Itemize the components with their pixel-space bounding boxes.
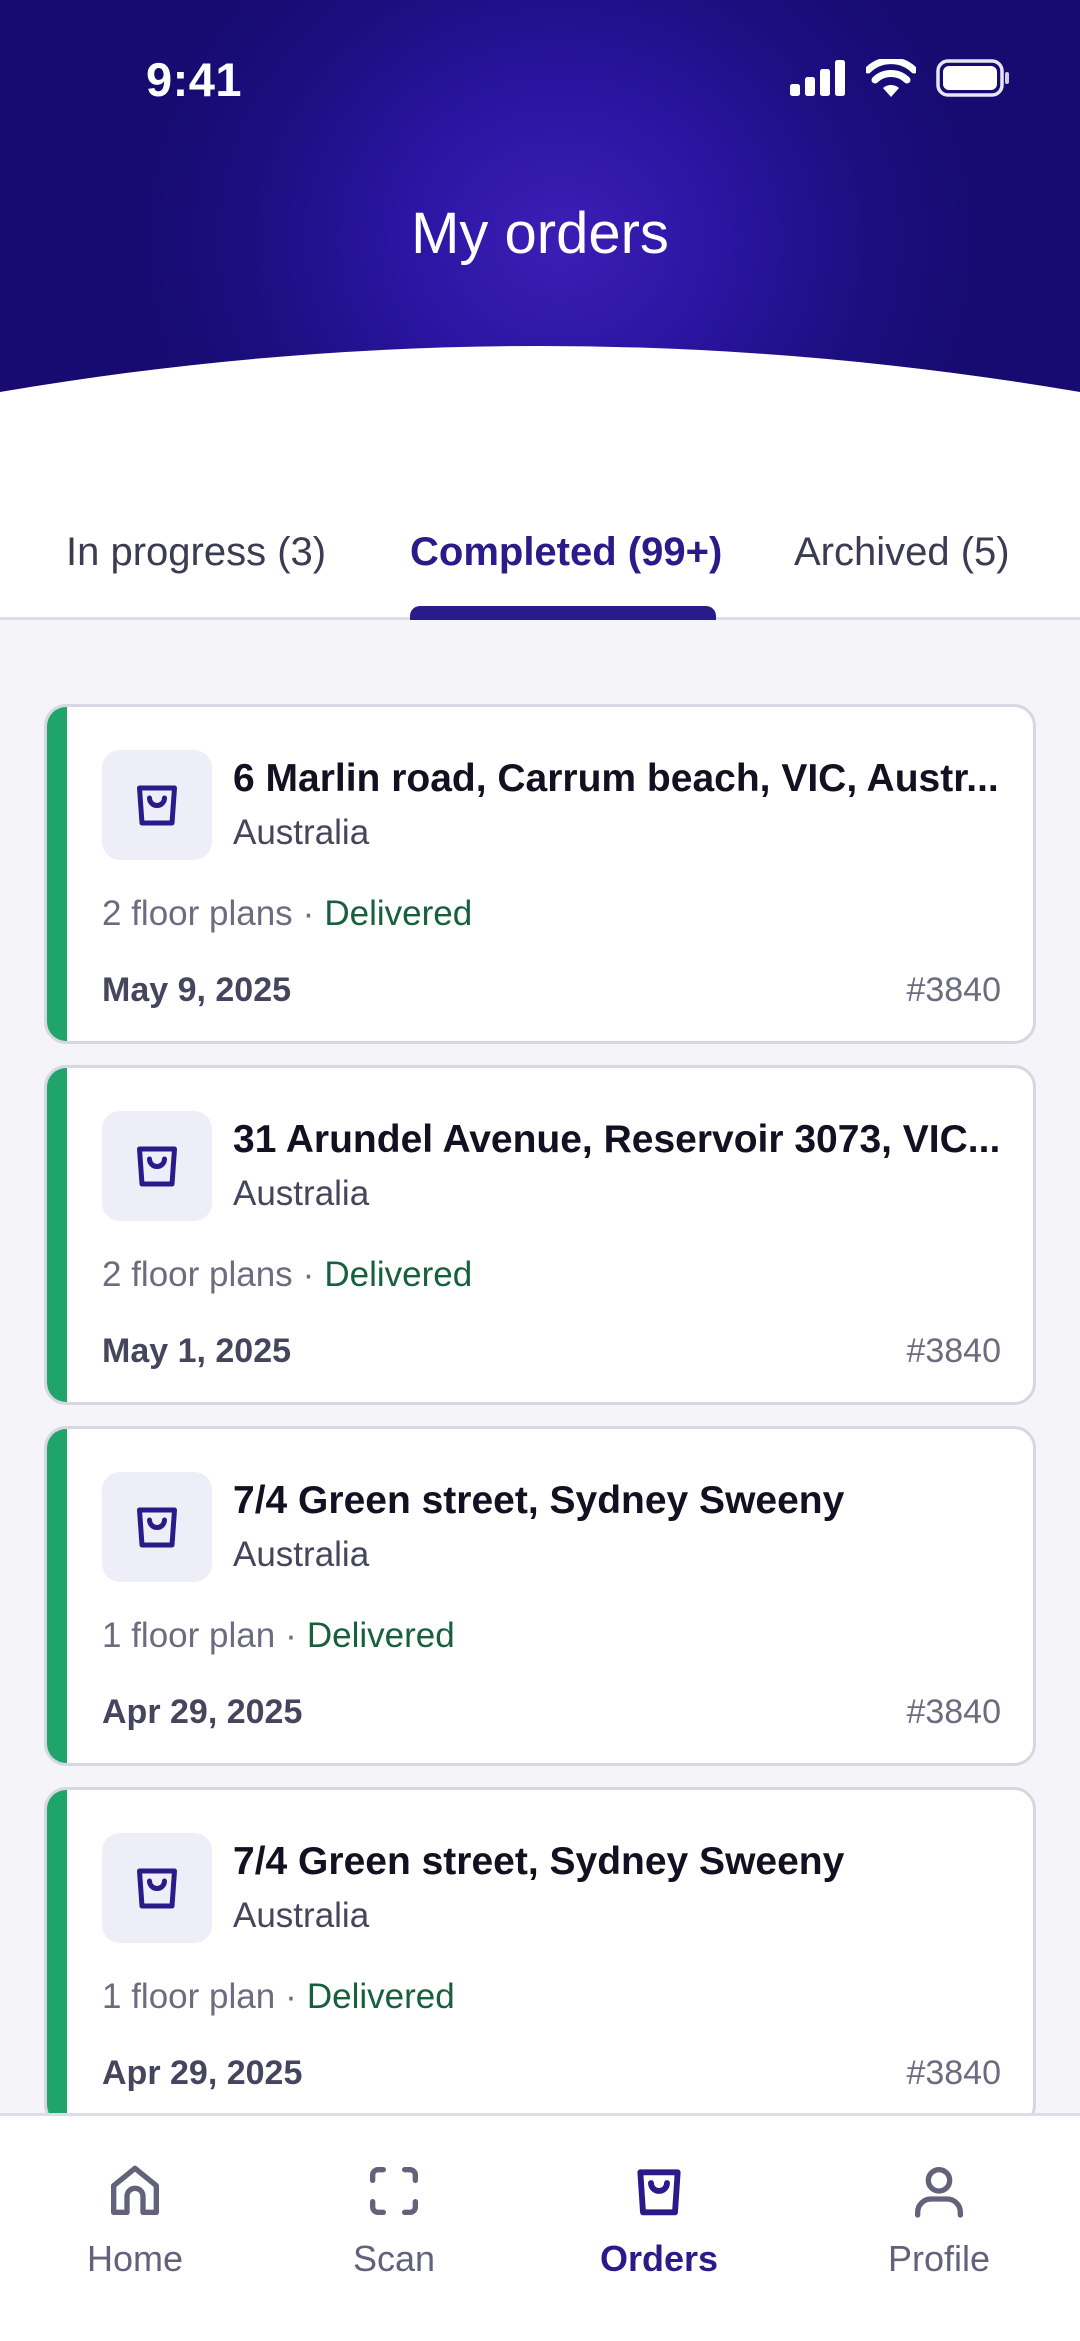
orders-list[interactable]: 6 Marlin road, Carrum beach, VIC, Austr.… bbox=[0, 620, 1080, 2113]
nav-orders[interactable]: Orders bbox=[559, 2156, 759, 2280]
order-country: Australia bbox=[233, 813, 370, 852]
order-icon-container bbox=[102, 1833, 212, 1943]
nav-home[interactable]: Home bbox=[35, 2156, 235, 2280]
order-id: #3840 bbox=[906, 2054, 1001, 2092]
meta-separator: · bbox=[302, 1255, 315, 1294]
order-meta: 2 floor plans · Delivered bbox=[102, 894, 472, 934]
floor-plan-count: 2 floor plans bbox=[102, 1255, 293, 1294]
order-status: Delivered bbox=[324, 894, 473, 933]
active-tab-indicator bbox=[410, 606, 716, 620]
order-icon-container bbox=[102, 1472, 212, 1582]
floor-plan-count: 1 floor plan bbox=[102, 1977, 276, 2016]
order-address: 31 Arundel Avenue, Reservoir 3073, VIC..… bbox=[233, 1118, 1001, 1161]
order-country: Australia bbox=[233, 1174, 370, 1213]
meta-separator: · bbox=[302, 894, 315, 933]
floor-plan-count: 1 floor plan bbox=[102, 1616, 276, 1655]
nav-scan[interactable]: Scan bbox=[294, 2156, 494, 2280]
nav-profile-label: Profile bbox=[887, 2238, 991, 2279]
order-status: Delivered bbox=[306, 1616, 455, 1655]
signal-icon bbox=[790, 59, 846, 101]
order-id: #3840 bbox=[906, 1693, 1001, 1731]
order-date: Apr 29, 2025 bbox=[102, 2054, 303, 2092]
shopping-bag-icon bbox=[127, 1134, 187, 1199]
floor-plan-count: 2 floor plans bbox=[102, 894, 293, 933]
status-time: 9:41 bbox=[146, 53, 243, 106]
order-card[interactable]: 31 Arundel Avenue, Reservoir 3073, VIC..… bbox=[44, 1065, 1036, 1405]
order-id: #3840 bbox=[906, 971, 1001, 1009]
wifi-icon bbox=[864, 56, 918, 102]
tab-in-progress[interactable]: In progress (3) bbox=[66, 530, 326, 575]
status-bar-indicator bbox=[47, 1068, 67, 1402]
order-date: Apr 29, 2025 bbox=[102, 1693, 303, 1731]
status-icons bbox=[790, 56, 1010, 102]
header-curve bbox=[0, 346, 1080, 400]
order-status: Delivered bbox=[306, 1977, 455, 2016]
home-icon bbox=[35, 2156, 235, 2226]
battery-icon bbox=[936, 58, 1010, 102]
shopping-bag-icon bbox=[127, 1495, 187, 1560]
scan-icon bbox=[294, 2156, 494, 2226]
nav-profile[interactable]: Profile bbox=[839, 2156, 1039, 2280]
shopping-bag-icon bbox=[559, 2156, 759, 2226]
page-title: My orders bbox=[411, 201, 669, 266]
tab-completed[interactable]: Completed (99+) bbox=[410, 530, 722, 575]
order-id: #3840 bbox=[906, 1332, 1001, 1370]
status-bar-indicator bbox=[47, 707, 67, 1041]
nav-scan-label: Scan bbox=[352, 2238, 436, 2279]
order-card[interactable]: 7/4 Green street, Sydney Sweeny Australi… bbox=[44, 1787, 1036, 2113]
order-tabs: In progress (3) Completed (99+) Archived… bbox=[0, 500, 1080, 620]
shopping-bag-icon bbox=[127, 1856, 187, 1921]
order-date: May 9, 2025 bbox=[102, 971, 292, 1009]
order-country: Australia bbox=[233, 1535, 370, 1574]
order-date: May 1, 2025 bbox=[102, 1332, 292, 1370]
order-status: Delivered bbox=[324, 1255, 473, 1294]
order-meta: 1 floor plan · Delivered bbox=[102, 1977, 455, 2017]
status-bar-indicator bbox=[47, 1790, 67, 2113]
tab-archived[interactable]: Archived (5) bbox=[794, 530, 1010, 575]
order-address: 6 Marlin road, Carrum beach, VIC, Austr.… bbox=[233, 757, 999, 800]
order-address: 7/4 Green street, Sydney Sweeny bbox=[233, 1479, 845, 1522]
order-card[interactable]: 6 Marlin road, Carrum beach, VIC, Austr.… bbox=[44, 704, 1036, 1044]
header: 9:41 My orders bbox=[0, 0, 1080, 400]
order-icon-container bbox=[102, 750, 212, 860]
order-icon-container bbox=[102, 1111, 212, 1221]
order-card[interactable]: 7/4 Green street, Sydney Sweeny Australi… bbox=[44, 1426, 1036, 1766]
order-meta: 2 floor plans · Delivered bbox=[102, 1255, 472, 1295]
meta-separator: · bbox=[285, 1977, 297, 2016]
shopping-bag-icon bbox=[127, 773, 187, 838]
nav-orders-label: Orders bbox=[599, 2238, 719, 2279]
status-bar-indicator bbox=[47, 1429, 67, 1763]
nav-home-label: Home bbox=[86, 2238, 184, 2279]
bottom-nav: Home Scan Orders Profile bbox=[0, 2113, 1080, 2341]
order-country: Australia bbox=[233, 1896, 370, 1935]
meta-separator: · bbox=[285, 1616, 297, 1655]
order-meta: 1 floor plan · Delivered bbox=[102, 1616, 455, 1656]
order-address: 7/4 Green street, Sydney Sweeny bbox=[233, 1840, 845, 1883]
person-icon bbox=[839, 2156, 1039, 2226]
